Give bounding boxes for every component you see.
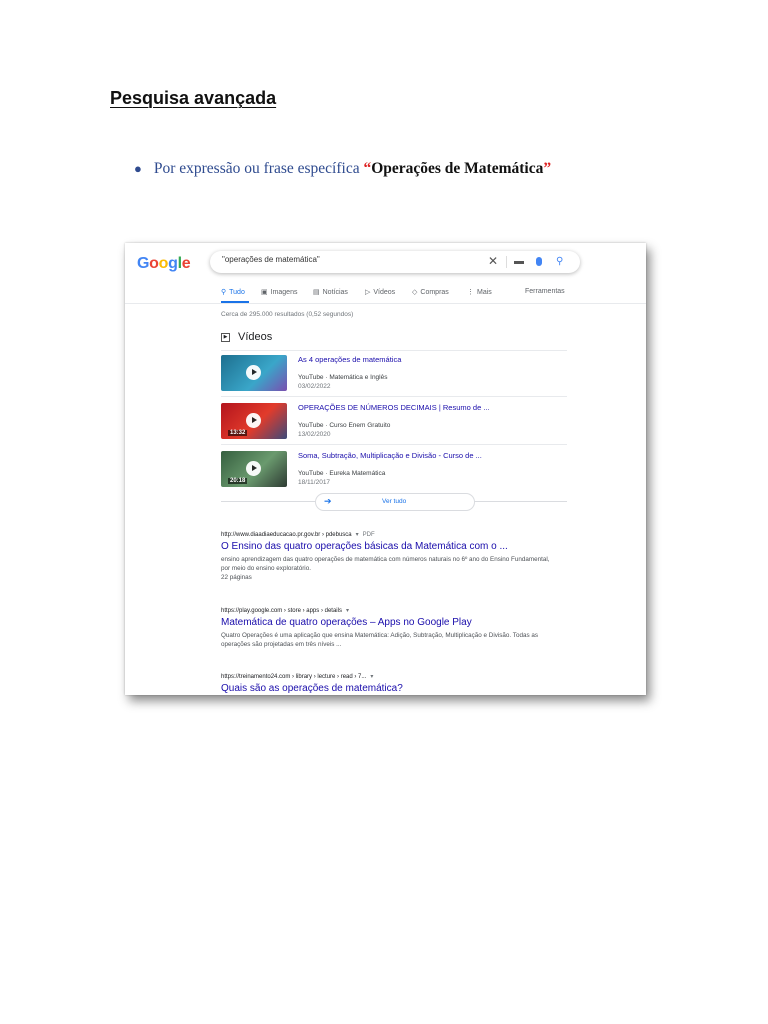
arrow-right-icon: ➔ bbox=[324, 496, 332, 506]
keyboard-icon[interactable]: ▬ bbox=[514, 255, 524, 269]
search-result: https://treinamento24.com › library › le… bbox=[221, 673, 551, 694]
tab-videos[interactable]: ▷ Vídeos bbox=[365, 288, 395, 296]
google-screenshot: Google ✕ ▬ ⚲ ⚲Tudo ▣Imagens ▤Notícias ▷V… bbox=[125, 243, 646, 695]
tab-imagens[interactable]: ▣ Imagens bbox=[261, 288, 297, 296]
tabs-divider bbox=[125, 303, 646, 304]
logo-letter: e bbox=[181, 255, 191, 272]
news-icon: ▤ bbox=[313, 289, 320, 296]
more-vert-icon: ⋮ bbox=[467, 289, 474, 296]
image-icon: ▣ bbox=[261, 289, 268, 296]
search-icon: ⚲ bbox=[221, 289, 227, 296]
logo-letter: G bbox=[137, 255, 150, 272]
google-logo[interactable]: Google bbox=[137, 255, 191, 273]
video-date: 18/11/2017 bbox=[298, 479, 331, 486]
quote-close: ” bbox=[543, 160, 552, 177]
video-title[interactable]: OPERAÇÕES DE NÚMEROS DECIMAIS | Resumo d… bbox=[298, 403, 490, 412]
divider bbox=[221, 350, 567, 351]
search-icon[interactable]: ⚲ bbox=[556, 255, 563, 269]
result-url-text: https://play.google.com › store › apps ›… bbox=[221, 608, 342, 614]
view-all-button[interactable]: ➔ Ver tudo bbox=[315, 493, 475, 511]
divider bbox=[221, 396, 567, 397]
result-title[interactable]: O Ensino das quatro operações básicas da… bbox=[221, 541, 551, 552]
more-options-icon[interactable]: ▾ bbox=[346, 608, 349, 614]
video-title[interactable]: Soma, Subtração, Multiplicação e Divisão… bbox=[298, 451, 482, 460]
bullet-item: ● Por expressão ou frase específica “Oper… bbox=[134, 160, 551, 178]
search-result: https://play.google.com › store › apps ›… bbox=[221, 607, 551, 649]
play-icon bbox=[246, 413, 261, 428]
logo-letter: g bbox=[168, 255, 178, 272]
document-heading: Pesquisa avançada bbox=[110, 88, 277, 108]
play-icon bbox=[246, 365, 261, 380]
video-date: 13/02/2020 bbox=[298, 431, 331, 438]
video-title[interactable]: As 4 operações de matemática bbox=[298, 355, 401, 364]
result-snippet: Quatro Operações é uma aplicação que ens… bbox=[221, 632, 539, 648]
tab-compras[interactable]: ◇ Compras bbox=[412, 288, 449, 296]
video-thumbnail[interactable]: 13:32 bbox=[221, 403, 287, 439]
tab-label: Tudo bbox=[229, 289, 245, 296]
video-thumbnail[interactable] bbox=[221, 355, 287, 391]
more-options-icon[interactable]: ▾ bbox=[356, 532, 359, 538]
microphone-icon[interactable] bbox=[536, 257, 542, 266]
play-icon bbox=[246, 461, 261, 476]
more-options-icon[interactable]: ▾ bbox=[370, 674, 373, 680]
tab-label: Vídeos bbox=[373, 289, 396, 296]
video-thumbnail[interactable]: 20:18 bbox=[221, 451, 287, 487]
result-title[interactable]: Quais são as operações de matemática? bbox=[221, 683, 551, 694]
video-result[interactable]: 13:32 OPERAÇÕES DE NÚMEROS DECIMAIS | Re… bbox=[221, 403, 567, 447]
search-input[interactable] bbox=[222, 255, 482, 264]
tab-label: Mais bbox=[477, 289, 492, 296]
tab-label: Compras bbox=[420, 289, 449, 296]
tab-mais[interactable]: ⋮ Mais bbox=[467, 288, 492, 296]
search-box[interactable]: ✕ ▬ ⚲ bbox=[210, 251, 580, 273]
result-url[interactable]: https://play.google.com › store › apps ›… bbox=[221, 607, 551, 614]
result-url[interactable]: https://treinamento24.com › library › le… bbox=[221, 673, 551, 680]
video-icon: ▷ bbox=[365, 289, 371, 296]
quote-text: Operações de Matemática bbox=[371, 160, 544, 177]
bullet-quote: “Operações de Matemática” bbox=[363, 160, 551, 177]
result-snippet: ensino aprendizagem das quatro operações… bbox=[221, 556, 550, 572]
tag-icon: ◇ bbox=[412, 289, 418, 296]
result-extra: 22 páginas bbox=[221, 574, 252, 581]
bullet-dot: ● bbox=[134, 161, 142, 176]
tab-label: Notícias bbox=[322, 289, 348, 296]
result-stats: Cerca de 295.000 resultados (0,52 segund… bbox=[221, 311, 354, 318]
tab-noticias[interactable]: ▤ Notícias bbox=[313, 288, 348, 296]
view-all-label: Ver tudo bbox=[382, 498, 407, 505]
video-date: 03/02/2022 bbox=[298, 383, 331, 390]
result-url-text: http://www.diaadiaeducacao.pr.gov.br › p… bbox=[221, 532, 352, 538]
tab-label: Imagens bbox=[270, 289, 298, 296]
bullet-text: Por expressão ou frase específica bbox=[153, 160, 364, 177]
video-result[interactable]: 20:18 Soma, Subtração, Multiplicação e D… bbox=[221, 451, 567, 495]
file-type-badge: PDF bbox=[362, 532, 375, 538]
video-result[interactable]: As 4 operações de matemática YouTube · M… bbox=[221, 355, 567, 399]
result-title[interactable]: Matemática de quatro operações – Apps no… bbox=[221, 617, 551, 628]
tab-tudo[interactable]: ⚲ Tudo bbox=[221, 288, 245, 296]
search-divider bbox=[506, 256, 507, 268]
video-meta: YouTube · Curso Enem Gratuito bbox=[298, 422, 391, 429]
divider bbox=[221, 444, 567, 445]
tools-button[interactable]: Ferramentas bbox=[525, 288, 565, 295]
video-duration: 20:18 bbox=[228, 478, 248, 484]
video-meta: YouTube · Eureka Matemática bbox=[298, 470, 386, 477]
search-result: http://www.diaadiaeducacao.pr.gov.br › p… bbox=[221, 531, 551, 582]
logo-letter: o bbox=[149, 255, 159, 272]
video-meta: YouTube · Matemática e Inglês bbox=[298, 374, 388, 381]
videos-heading-label: Vídeos bbox=[238, 331, 273, 343]
search-tabs: ⚲ Tudo ▣ Imagens ▤ Notícias ▷ Vídeos ◇ Compra… bbox=[221, 288, 641, 302]
result-url-text: https://treinamento24.com › library › le… bbox=[221, 674, 367, 680]
videos-heading: ▶ Vídeos bbox=[221, 331, 272, 343]
video-duration: 13:32 bbox=[228, 430, 248, 436]
logo-letter: o bbox=[158, 255, 169, 272]
clear-icon[interactable]: ✕ bbox=[488, 254, 498, 268]
video-icon: ▶ bbox=[221, 332, 230, 342]
result-url[interactable]: http://www.diaadiaeducacao.pr.gov.br › p… bbox=[221, 531, 551, 538]
